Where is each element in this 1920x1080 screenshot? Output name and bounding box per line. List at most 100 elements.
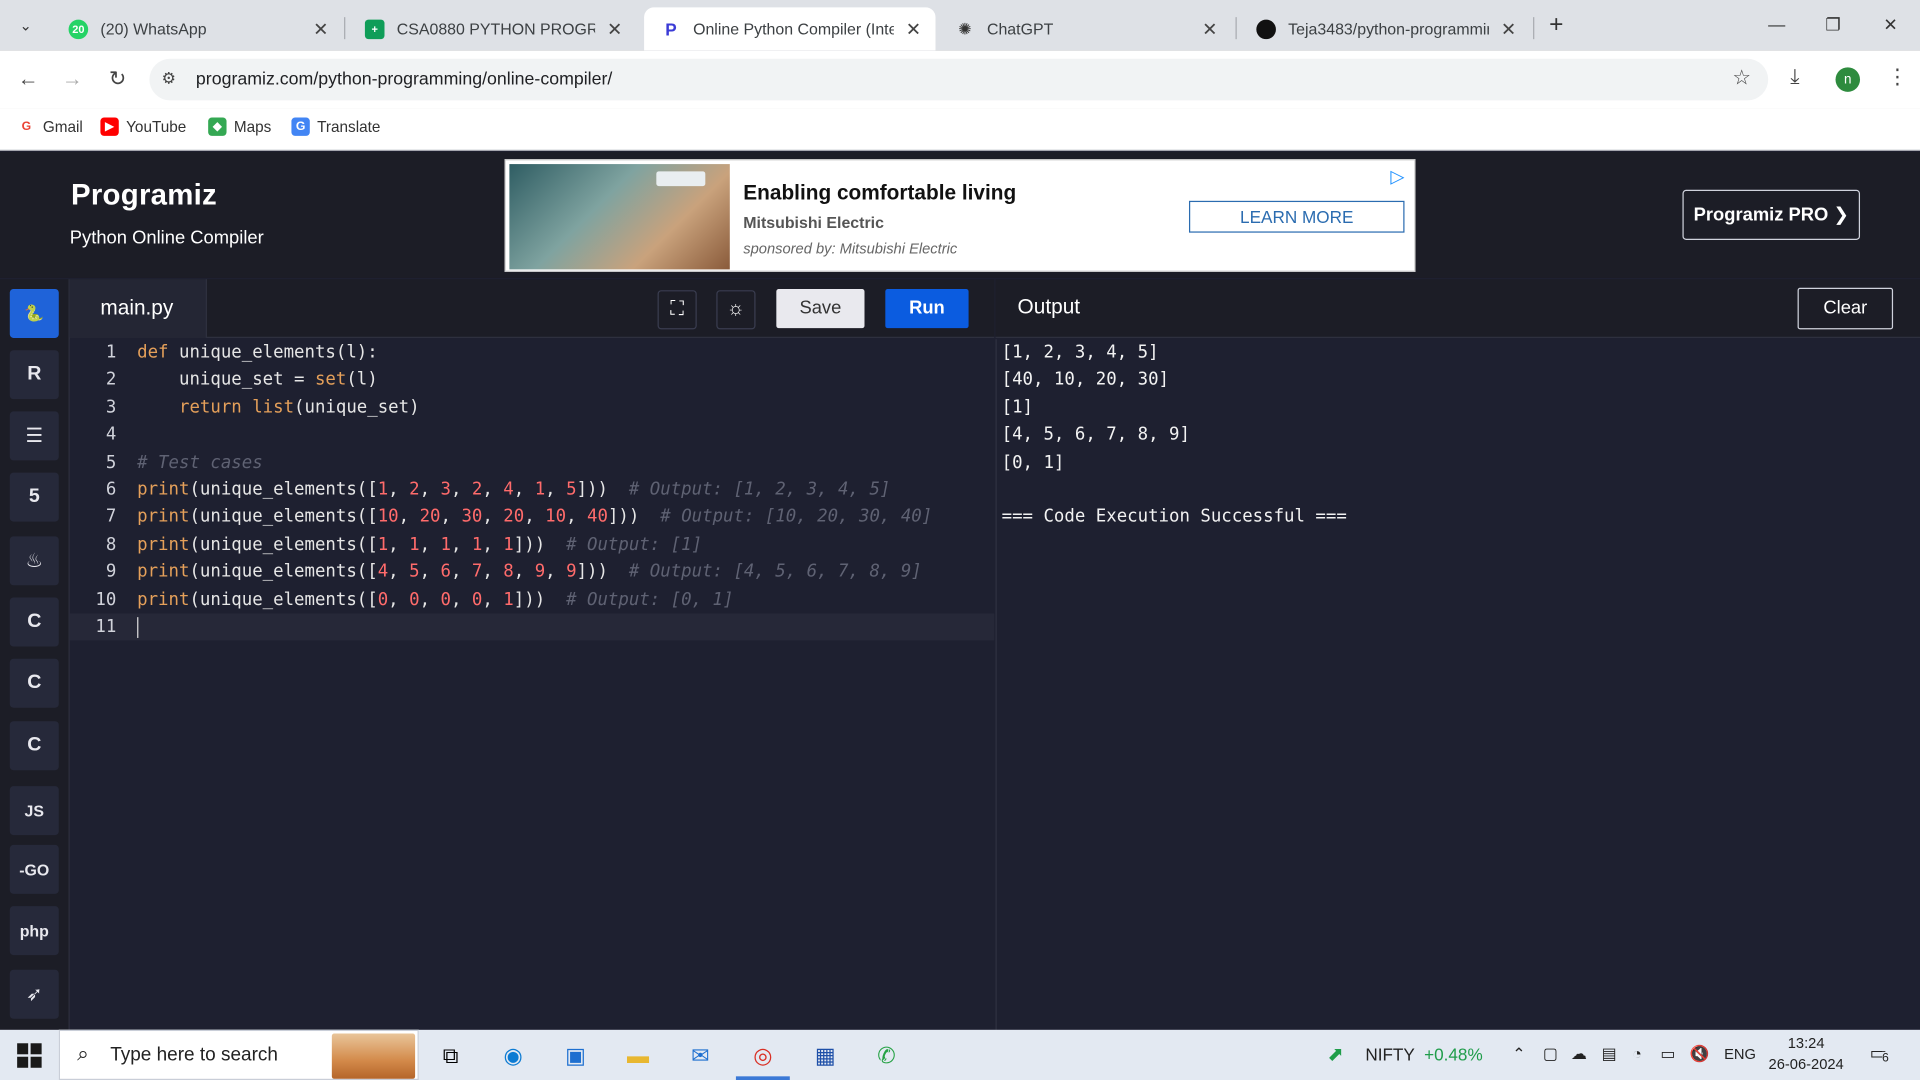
maps-icon: ◆: [208, 117, 227, 136]
wifi-icon[interactable]: ◔: [1632, 1044, 1642, 1062]
system-clock[interactable]: 13:24 26-06-2024: [1763, 1033, 1849, 1075]
code-line[interactable]: 1 def unique_elements(l):: [70, 339, 994, 366]
tab-online-python-compiler[interactable]: P Online Python Compiler (Interp ✕: [644, 7, 936, 51]
code-text: print(unique_elements([4, 5, 6, 7, 8, 9,…: [137, 559, 922, 586]
close-tab-icon[interactable]: ✕: [605, 18, 625, 40]
restore-button[interactable]: ❐: [1820, 10, 1847, 39]
file-tab-main-py[interactable]: main.py: [69, 279, 207, 338]
output-console[interactable]: [1, 2, 3, 4, 5] [40, 10, 20, 30] [1] [4, 5,…: [995, 339, 1920, 1030]
code-line[interactable]: 2 unique_set = set(l): [70, 367, 994, 394]
sidebar-item-java[interactable]: ♨: [9, 536, 59, 586]
run-button[interactable]: Run: [885, 288, 969, 329]
bookmark-youtube[interactable]: ▶ YouTube: [100, 117, 186, 136]
code-token: (unique_elements([: [189, 562, 378, 582]
profile-avatar[interactable]: n: [1835, 67, 1861, 92]
fullscreen-icon[interactable]: ⛶: [657, 290, 697, 330]
code-token: ,: [450, 562, 472, 582]
sidebar-item-go[interactable]: -GO: [9, 844, 59, 894]
volume-muted-icon[interactable]: 🔇: [1690, 1044, 1710, 1064]
input-language[interactable]: ENG: [1724, 1046, 1756, 1063]
ad-learn-more-button[interactable]: LEARN MORE: [1188, 200, 1405, 233]
site-info-icon[interactable]: ⚙: [162, 69, 176, 89]
bookmark-gmail[interactable]: G Gmail: [17, 118, 83, 136]
address-bar[interactable]: ⚙ programiz.com/python-programming/onlin…: [149, 58, 1769, 101]
code-token: ])): [576, 480, 629, 500]
code-token: 0: [440, 589, 451, 610]
close-tab-icon[interactable]: ✕: [311, 18, 331, 40]
more-menu-icon[interactable]: ⋮: [1887, 65, 1908, 89]
new-tab-button[interactable]: +: [1542, 10, 1571, 39]
adchoices-icon[interactable]: ▷: [1390, 165, 1404, 188]
tab-csa0880[interactable]: + CSA0880 PYTHON PROGRAMM ✕: [348, 7, 637, 50]
mail-icon[interactable]: ✉: [681, 1036, 720, 1075]
windows-start-icon[interactable]: [17, 1043, 42, 1068]
code-line[interactable]: 8 print(unique_elements([1, 1, 1, 1, 1]))…: [70, 531, 994, 558]
code-line[interactable]: 6 print(unique_elements([1, 2, 3, 2, 4, 1…: [70, 476, 994, 503]
forward-button[interactable]: →: [56, 64, 88, 96]
code-line[interactable]: 5 # Test cases: [70, 449, 994, 476]
microsoft-store-icon[interactable]: ▦: [806, 1036, 845, 1075]
bookmark-star-icon[interactable]: ☆: [1732, 66, 1751, 90]
programiz-pro-button[interactable]: Programiz PRO ❯: [1682, 189, 1861, 241]
programiz-logo[interactable]: Programiz: [71, 179, 217, 213]
sidebar-item-sql[interactable]: ☰: [9, 411, 59, 461]
notification-icon[interactable]: ▭ 6: [1870, 1042, 1894, 1066]
close-window-button[interactable]: ✕: [1877, 10, 1904, 39]
chrome-icon[interactable]: ◎: [735, 1036, 790, 1080]
store-icon[interactable]: ▣: [556, 1036, 595, 1075]
whatsapp-taskbar-icon[interactable]: ✆: [867, 1036, 906, 1075]
stock-ticker-change[interactable]: +0.48%: [1424, 1044, 1483, 1064]
sidebar-item-php[interactable]: php: [9, 906, 59, 956]
code-token: ,: [419, 480, 441, 500]
tab-whatsapp[interactable]: 20 (20) WhatsApp ✕: [51, 7, 342, 50]
close-tab-icon[interactable]: ✕: [1499, 18, 1519, 40]
sidebar-item-cpp[interactable]: C: [9, 658, 59, 708]
task-view-icon[interactable]: ⧉: [431, 1036, 470, 1075]
meet-icon[interactable]: ▢: [1543, 1044, 1558, 1064]
code-line[interactable]: 11: [69, 613, 995, 641]
download-icon[interactable]: ⤓: [1790, 65, 1799, 89]
back-button[interactable]: ←: [12, 64, 44, 96]
code-line[interactable]: 9 print(unique_elements([4, 5, 6, 7, 8, 9…: [70, 559, 994, 586]
tab-search-button[interactable]: ⌄: [10, 10, 42, 42]
bookmark-maps[interactable]: ◆ Maps: [208, 117, 271, 136]
sidebar-item-c[interactable]: C: [9, 597, 59, 647]
bookmark-translate[interactable]: G Translate: [291, 117, 380, 136]
sidebar-item-csharp[interactable]: C: [9, 721, 59, 771]
clear-output-button[interactable]: Clear: [1797, 287, 1894, 330]
close-tab-icon[interactable]: ✕: [904, 18, 924, 40]
code-token: ,: [388, 562, 410, 582]
file-explorer-icon[interactable]: ▬: [618, 1036, 657, 1075]
edge-icon[interactable]: ◉: [493, 1036, 532, 1075]
code-editor[interactable]: 1 def unique_elements(l): 2 unique_set = s…: [69, 339, 995, 1030]
code-token: 0: [377, 589, 389, 610]
url-text[interactable]: programiz.com/python-programming/online-…: [196, 70, 612, 90]
sidebar-item-r[interactable]: R: [9, 350, 59, 400]
code-line[interactable]: 3 return list(unique_set): [70, 394, 994, 421]
code-token: 20: [419, 507, 441, 528]
battery-icon[interactable]: ▭: [1660, 1044, 1675, 1064]
theme-toggle-icon[interactable]: ☼: [716, 290, 756, 330]
code-line[interactable]: 10 print(unique_elements([0, 0, 0, 0, 1])…: [70, 586, 994, 613]
display-icon[interactable]: ▤: [1602, 1044, 1617, 1064]
bookmark-label: Gmail: [42, 118, 83, 136]
close-tab-icon[interactable]: ✕: [1200, 18, 1220, 40]
advertisement-banner[interactable]: Enabling comfortable living Mitsubishi E…: [504, 159, 1416, 272]
clock-date: 26-06-2024: [1768, 1055, 1844, 1073]
taskbar-search-box[interactable]: ⌕ Type here to search: [58, 1029, 419, 1080]
line-number: 8: [105, 534, 117, 555]
onedrive-cloud-icon[interactable]: ☁: [1571, 1044, 1587, 1064]
code-line[interactable]: 7 print(unique_elements([10, 20, 30, 20, …: [70, 504, 994, 531]
minimize-button[interactable]: —: [1763, 10, 1790, 39]
tab-github[interactable]: Teja3483/python-programming ✕: [1239, 7, 1530, 50]
sidebar-item-html[interactable]: 5: [9, 472, 59, 522]
show-hidden-icons-chevron-icon[interactable]: ⌃: [1512, 1044, 1525, 1064]
tab-chatgpt[interactable]: ✺ ChatGPT ✕: [938, 7, 1232, 50]
save-button[interactable]: Save: [776, 288, 865, 329]
sidebar-item-js[interactable]: JS: [9, 786, 59, 836]
sidebar-item-swift[interactable]: ➶: [9, 969, 59, 1019]
sidebar-item-python[interactable]: 🐍: [9, 288, 59, 338]
stock-ticker-name[interactable]: NIFTY: [1365, 1044, 1415, 1064]
reload-button[interactable]: ↻: [102, 64, 134, 96]
code-line[interactable]: 4: [70, 421, 994, 448]
